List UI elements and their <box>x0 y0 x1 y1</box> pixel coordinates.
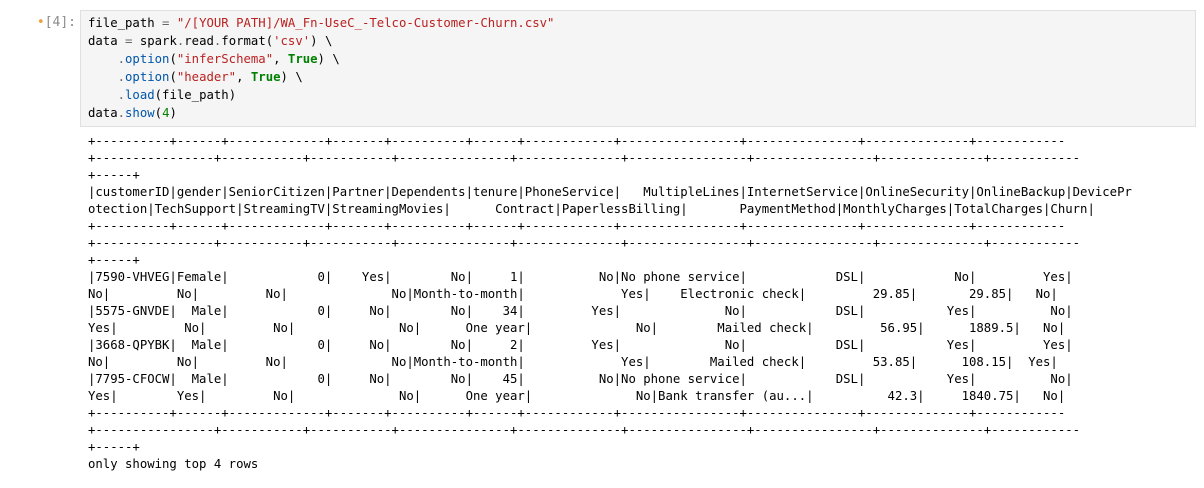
code-token: "inferSchema" <box>176 52 274 66</box>
table-row: |3668-QPYBK| Male| 0| No| No| 2| Yes| No… <box>88 338 1073 352</box>
output-line: +-----+ <box>88 168 140 182</box>
code-token: ( <box>169 52 177 66</box>
code-token: , <box>236 70 251 84</box>
output-footer-text: only showing top 4 rows <box>88 457 259 471</box>
code-token: True <box>287 52 318 66</box>
execution-count-label: [4]: <box>44 15 76 30</box>
code-line-5: .load(file_path) <box>88 88 236 102</box>
output-line: +----------+------+-------------+-------… <box>88 134 1066 148</box>
code-token: option <box>125 52 170 66</box>
table-row: Yes| Yes| No| No| One year| No|Bank tran… <box>88 389 1066 403</box>
code-token: ) \ <box>310 34 333 48</box>
code-line-4: .option("header", True) \ <box>88 70 303 84</box>
table-row: |5575-GNVDE| Male| 0| No| No| 34| Yes| N… <box>88 304 1073 318</box>
code-token: data <box>88 106 118 120</box>
code-line-2: data = spark.read.format('csv') \ <box>88 34 332 48</box>
table-row: No| No| No| No|Month-to-month| Yes| Mail… <box>88 355 1058 369</box>
cell-prompt: •[4]: <box>8 14 76 32</box>
code-token: . <box>117 52 126 66</box>
code-text[interactable]: file_path = "/[YOUR PATH]/WA_Fn-UseC_-Te… <box>88 14 1195 122</box>
table-row: No| No| No| No|Month-to-month| Yes| Elec… <box>88 287 1058 301</box>
code-line-3: .option("inferSchema", True) \ <box>88 52 340 66</box>
dataframe-show-output: +----------+------+-------------+-------… <box>88 133 1200 473</box>
code-token: . <box>117 88 126 102</box>
code-token: ) <box>169 106 177 120</box>
output-line: +----------------+-----------+----------… <box>88 423 1081 437</box>
table-header-line: otection|TechSupport|StreamingTV|Streami… <box>88 202 1095 216</box>
table-row: |7590-VHVEG|Female| 0| Yes| No| 1| No|No… <box>88 270 1073 284</box>
output-line: +-----+ <box>88 440 140 454</box>
output-line: +----------+------+-------------+-------… <box>88 406 1066 420</box>
code-token: file_path <box>88 16 163 30</box>
code-token: (file_path) <box>154 88 237 102</box>
code-token: option <box>125 70 170 84</box>
code-token: True <box>250 70 281 84</box>
code-token: show <box>125 106 155 120</box>
cell-output: +----------+------+-------------+-------… <box>88 133 1200 473</box>
code-token: ( <box>265 34 274 48</box>
code-token: ( <box>169 70 177 84</box>
code-token: "/[YOUR PATH]/WA_Fn-UseC_-Telco-Customer… <box>169 16 555 30</box>
table-row: |7795-CFOCW| Male| 0| No| No| 45| No|No … <box>88 372 1073 386</box>
code-token: format <box>221 34 266 48</box>
output-line: +----------+------+-------------+-------… <box>88 219 1066 233</box>
table-row: Yes| No| No| No| One year| No| Mailed ch… <box>88 321 1066 335</box>
output-line: +----------------+-----------+----------… <box>88 236 1081 250</box>
code-token: ) \ <box>280 70 303 84</box>
output-line: +-----+ <box>88 253 140 267</box>
code-editor[interactable]: file_path = "/[YOUR PATH]/WA_Fn-UseC_-Te… <box>80 10 1196 127</box>
cell-modified-marker: • <box>36 15 45 30</box>
table-header-line: |customerID|gender|SeniorCitizen|Partner… <box>88 185 1132 199</box>
code-token: ( <box>154 106 163 120</box>
code-token: ) \ <box>317 52 340 66</box>
code-token: read <box>184 34 214 48</box>
code-token: spark <box>132 34 177 48</box>
code-token: "header" <box>176 70 237 84</box>
code-token: data <box>88 34 126 48</box>
output-line: +----------------+-----------+----------… <box>88 151 1081 165</box>
code-token: . <box>117 70 126 84</box>
code-line-6: data.show(4) <box>88 106 177 120</box>
code-token: . <box>117 106 126 120</box>
code-token: 'csv' <box>273 34 311 48</box>
code-token: load <box>125 88 155 102</box>
code-line-1: file_path = "/[YOUR PATH]/WA_Fn-UseC_-Te… <box>88 16 554 30</box>
code-token: , <box>273 52 288 66</box>
